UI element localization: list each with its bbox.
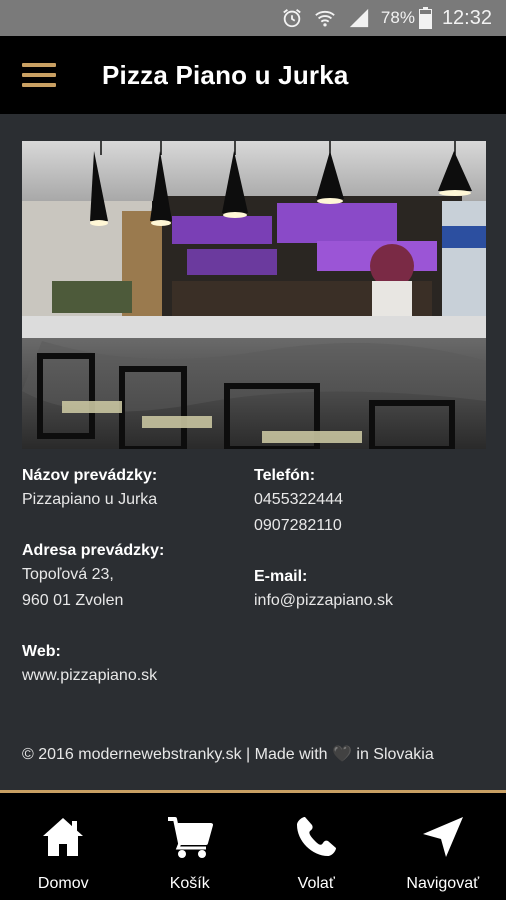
home-icon <box>43 818 84 856</box>
web-block: Web: www.pizzapiano.sk <box>22 642 242 689</box>
app-title: Pizza Piano u Jurka <box>102 59 349 90</box>
email-label: E-mail: <box>254 568 308 585</box>
nav-navigate-label: Navigovať <box>406 875 480 892</box>
email-block: E-mail: info@pizzapiano.sk <box>254 567 486 614</box>
navigation-icon <box>422 817 463 857</box>
signal-icon <box>347 7 371 29</box>
address-block: Adresa prevádzky: Topoľová 23, 960 01 Zv… <box>22 541 242 614</box>
phone-label: Telefón: <box>254 467 316 484</box>
footer-credit: © 2016 modernewebstranky.sk | Made with … <box>22 746 434 763</box>
battery-icon <box>418 7 432 29</box>
info-left-column: Názov prevádzky: Pizzapiano u Jurka Adre… <box>22 466 242 705</box>
email-link[interactable]: info@pizzapiano.sk <box>254 588 486 614</box>
wifi-icon <box>313 7 337 29</box>
web-label: Web: <box>22 643 61 660</box>
nav-cart[interactable]: Košík <box>127 793 254 900</box>
address-label: Adresa prevádzky: <box>22 542 165 559</box>
nav-call[interactable]: Volať <box>253 793 380 900</box>
clock: 12:32 <box>441 6 492 29</box>
address-line2: 960 01 Zvolen <box>22 592 124 609</box>
menu-icon[interactable] <box>22 63 56 87</box>
phone-link-2[interactable]: 0907282110 <box>254 513 486 539</box>
cart-icon <box>167 817 213 858</box>
nav-call-label: Volať <box>297 875 335 892</box>
hero-image <box>22 141 486 449</box>
alarm-icon <box>281 7 303 29</box>
app-bar: Pizza Piano u Jurka <box>0 36 506 114</box>
nav-cart-label: Košík <box>169 875 210 892</box>
bottom-navigation: Domov Košík Volať Navigovať <box>0 793 506 900</box>
name-block: Názov prevádzky: Pizzapiano u Jurka <box>22 466 242 513</box>
info-right-column: Telefón: 0455322444 0907282110 E-mail: i… <box>254 466 486 630</box>
name-value: Pizzapiano u Jurka <box>22 491 158 508</box>
status-bar: 78% 12:32 <box>0 0 506 36</box>
nav-home[interactable]: Domov <box>0 793 127 900</box>
nav-navigate[interactable]: Navigovať <box>380 793 506 900</box>
address-line1: Topoľová 23, <box>22 566 114 583</box>
phone-link-1[interactable]: 0455322444 <box>254 487 486 513</box>
web-link[interactable]: www.pizzapiano.sk <box>22 663 242 689</box>
phone-icon <box>297 817 337 856</box>
nav-home-label: Domov <box>37 875 89 892</box>
battery-percent: 78% <box>380 8 415 27</box>
phone-block: Telefón: 0455322444 0907282110 <box>254 466 486 539</box>
name-label: Názov prevádzky: <box>22 467 158 484</box>
